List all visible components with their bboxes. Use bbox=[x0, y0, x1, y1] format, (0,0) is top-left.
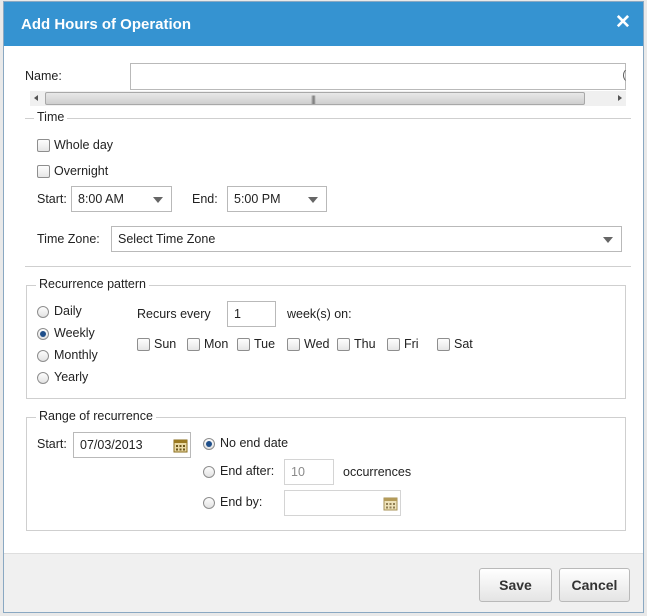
no-end-date-radio[interactable] bbox=[203, 438, 215, 450]
cancel-button[interactable]: Cancel bbox=[559, 568, 630, 602]
time-legend: Time bbox=[34, 110, 68, 124]
end-time-value: 5:00 PM bbox=[234, 192, 281, 206]
overnight-checkbox[interactable] bbox=[37, 165, 50, 178]
recurrence-yearly-label: Yearly bbox=[54, 370, 89, 384]
end-by-radio[interactable] bbox=[203, 497, 215, 509]
name-field[interactable]: ( bbox=[130, 63, 626, 90]
name-horizontal-scrollbar[interactable]: ||| bbox=[30, 91, 626, 106]
recurrence-weekly-radio[interactable] bbox=[37, 328, 49, 340]
start-time-label: Start: bbox=[37, 192, 67, 206]
recurrence-monthly-radio[interactable] bbox=[37, 350, 49, 362]
day-wed-label: Wed bbox=[304, 337, 330, 351]
overnight-label: Overnight bbox=[54, 164, 109, 178]
day-mon-checkbox[interactable] bbox=[187, 338, 200, 351]
chevron-down-icon bbox=[308, 197, 318, 203]
recurs-every-label: Recurs every bbox=[137, 307, 211, 321]
recurrence-daily-radio[interactable] bbox=[37, 306, 49, 318]
dialog-title: Add Hours of Operation bbox=[21, 16, 191, 33]
day-mon-label: Mon bbox=[204, 337, 229, 351]
whole-day-checkbox[interactable] bbox=[37, 139, 50, 152]
end-time-select[interactable]: 5:00 PM bbox=[227, 186, 327, 212]
day-sun-checkbox[interactable] bbox=[137, 338, 150, 351]
no-end-date-label: No end date bbox=[220, 436, 289, 450]
day-thu-checkbox[interactable] bbox=[337, 338, 350, 351]
grip-icon: ||| bbox=[311, 94, 316, 104]
scroll-left-icon[interactable] bbox=[34, 95, 38, 101]
close-icon[interactable]: ✕ bbox=[613, 12, 633, 34]
whole-day-label: Whole day bbox=[54, 138, 114, 152]
name-label: Name: bbox=[25, 69, 62, 83]
occurrences-label: occurrences bbox=[343, 465, 412, 479]
scrollbar-thumb[interactable]: ||| bbox=[45, 92, 585, 105]
name-field-overflow-char: ( bbox=[622, 69, 626, 81]
range-start-label: Start: bbox=[37, 437, 67, 451]
end-time-label: End: bbox=[192, 192, 218, 206]
recurrence-daily-label: Daily bbox=[54, 304, 82, 318]
day-thu-label: Thu bbox=[354, 337, 376, 351]
calendar-icon[interactable] bbox=[383, 496, 398, 511]
end-by-date-input[interactable] bbox=[284, 490, 401, 516]
end-after-input[interactable]: 10 bbox=[284, 459, 334, 485]
timezone-select[interactable]: Select Time Zone bbox=[111, 226, 622, 252]
day-wed-checkbox[interactable] bbox=[287, 338, 300, 351]
range-legend: Range of recurrence bbox=[36, 409, 156, 423]
scroll-right-icon[interactable] bbox=[618, 95, 622, 101]
end-after-radio[interactable] bbox=[203, 466, 215, 478]
chevron-down-icon bbox=[153, 197, 163, 203]
end-by-label: End by: bbox=[220, 495, 263, 509]
recurs-every-input[interactable]: 1 bbox=[227, 301, 276, 327]
day-sat-label: Sat bbox=[454, 337, 473, 351]
dialog-footer: Save Cancel bbox=[4, 553, 643, 612]
chevron-down-icon bbox=[603, 237, 613, 243]
dialog-titlebar: Add Hours of Operation ✕ bbox=[4, 2, 643, 46]
start-time-select[interactable]: 8:00 AM bbox=[71, 186, 172, 212]
recurrence-monthly-label: Monthly bbox=[54, 348, 98, 362]
day-tue-checkbox[interactable] bbox=[237, 338, 250, 351]
recurs-every-value: 1 bbox=[234, 307, 241, 321]
calendar-icon[interactable] bbox=[173, 438, 188, 453]
timezone-label: Time Zone: bbox=[37, 232, 100, 246]
recurrence-weekly-label: Weekly bbox=[54, 326, 95, 340]
day-sun-label: Sun bbox=[154, 337, 177, 351]
recurrence-yearly-radio[interactable] bbox=[37, 372, 49, 384]
add-hours-dialog: Add Hours of Operation ✕ Name: ( ||| Tim… bbox=[3, 1, 644, 613]
end-after-label: End after: bbox=[220, 464, 275, 478]
day-tue-label: Tue bbox=[254, 337, 276, 351]
day-fri-checkbox[interactable] bbox=[387, 338, 400, 351]
range-start-date-input[interactable]: 07/03/2013 bbox=[73, 432, 191, 458]
timezone-value: Select Time Zone bbox=[118, 232, 216, 246]
weeks-on-label: week(s) on: bbox=[287, 307, 352, 321]
day-fri-label: Fri bbox=[404, 337, 419, 351]
start-time-value: 8:00 AM bbox=[78, 192, 124, 206]
recurrence-legend: Recurrence pattern bbox=[36, 277, 150, 291]
day-sat-checkbox[interactable] bbox=[437, 338, 450, 351]
range-start-date-value: 07/03/2013 bbox=[80, 438, 143, 452]
end-after-value: 10 bbox=[291, 465, 305, 479]
save-button[interactable]: Save bbox=[479, 568, 552, 602]
